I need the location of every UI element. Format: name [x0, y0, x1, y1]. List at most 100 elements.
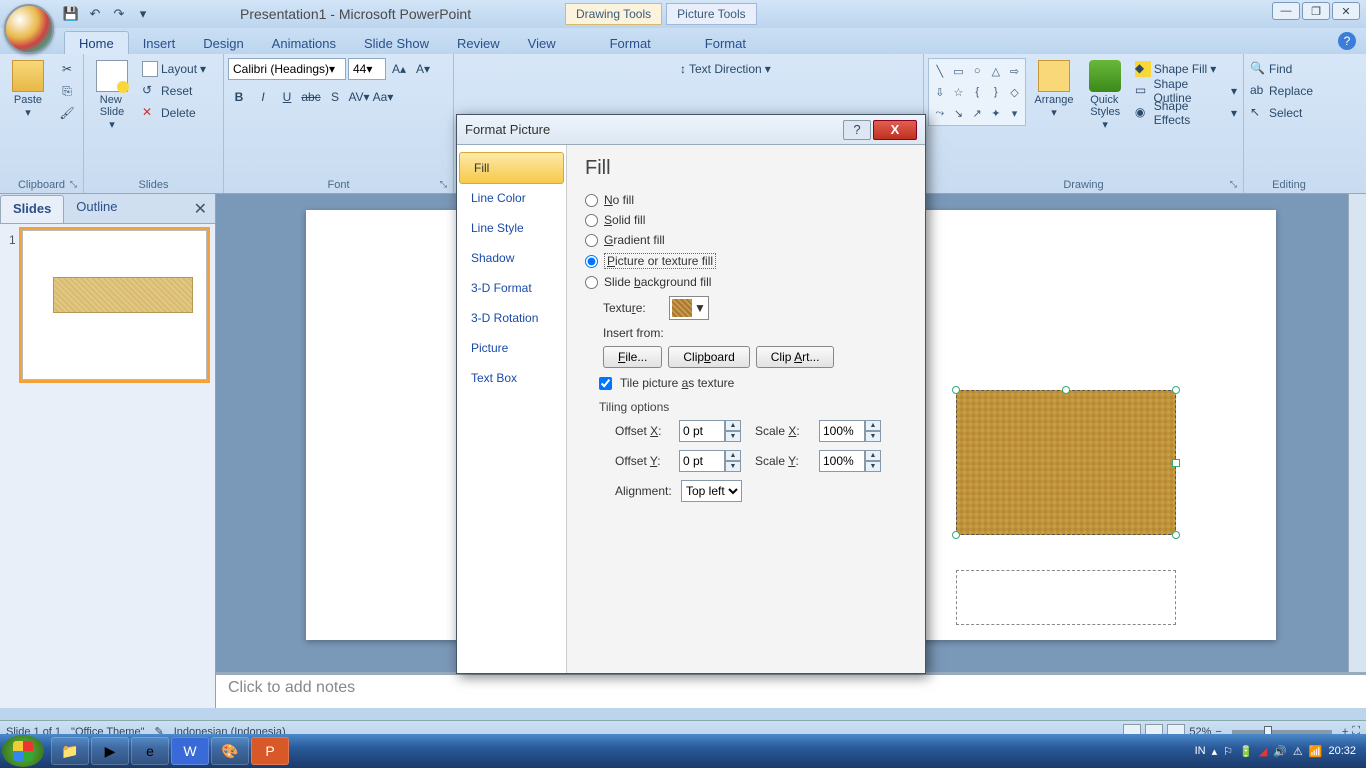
text-direction-button[interactable]: ↕ Text Direction ▾ [678, 58, 773, 80]
offset-x-up[interactable]: ▲ [725, 420, 741, 431]
shapes-gallery[interactable]: ╲▭○△⇨ ⇩☆{}◇ ⤳↘↗✦▾ [928, 58, 1026, 126]
offset-y-up[interactable]: ▲ [725, 450, 741, 461]
radio-gradient-fill[interactable] [585, 234, 598, 247]
insert-clipboard-button[interactable]: Clipboard [668, 346, 749, 368]
dialog-help-button[interactable]: ? [843, 120, 871, 140]
scale-x-up[interactable]: ▲ [865, 420, 881, 431]
nav-line-style[interactable]: Line Style [457, 213, 566, 243]
nav-3d-rotation[interactable]: 3-D Rotation [457, 303, 566, 333]
scale-y-input[interactable] [819, 450, 865, 472]
resize-handle-ne[interactable] [1172, 386, 1180, 394]
offset-y-input[interactable] [679, 450, 725, 472]
start-button[interactable] [2, 735, 44, 767]
scale-x-down[interactable]: ▼ [865, 431, 881, 442]
task-explorer-icon[interactable]: 📁 [51, 737, 89, 765]
shape-arrow-icon[interactable]: ⇨ [1006, 61, 1024, 81]
offset-x-down[interactable]: ▼ [725, 431, 741, 442]
task-mediaplayer-icon[interactable]: ▶ [91, 737, 129, 765]
tab-home[interactable]: Home [64, 31, 129, 54]
delete-button[interactable]: ✕Delete [140, 102, 208, 124]
dialog-titlebar[interactable]: Format Picture ? X [457, 115, 925, 145]
shadow-button[interactable]: S [324, 86, 346, 108]
tray-lang[interactable]: IN [1195, 745, 1206, 757]
scale-x-input[interactable] [819, 420, 865, 442]
maximize-button[interactable]: ❐ [1302, 2, 1330, 20]
radio-picture-row[interactable]: Picture or texture fill [585, 250, 907, 272]
tab-slides-thumbnails[interactable]: Slides [0, 195, 64, 223]
shape-star2-icon[interactable]: ✦ [987, 103, 1005, 123]
zoom-slider[interactable] [1232, 730, 1332, 734]
tab-view[interactable]: View [514, 32, 570, 54]
task-paint-icon[interactable]: 🎨 [211, 737, 249, 765]
clipboard-launcher-icon[interactable]: ⤡ [70, 179, 77, 190]
reset-button[interactable]: ↺Reset [140, 80, 208, 102]
offset-y-down[interactable]: ▼ [725, 461, 741, 472]
close-button[interactable]: ✕ [1332, 2, 1360, 20]
radio-solid-row[interactable]: Solid fill [585, 210, 907, 230]
drawing-launcher-icon[interactable]: ⤡ [1230, 179, 1237, 190]
underline-button[interactable]: U [276, 86, 298, 108]
radio-gradient-row[interactable]: Gradient fill [585, 230, 907, 250]
vertical-scrollbar[interactable] [1348, 194, 1366, 672]
save-icon[interactable]: 💾 [60, 4, 82, 24]
task-word-icon[interactable]: W [171, 737, 209, 765]
shape-more-icon[interactable]: ▾ [1006, 103, 1024, 123]
resize-handle-e[interactable] [1172, 459, 1180, 467]
nav-3d-format[interactable]: 3-D Format [457, 273, 566, 303]
radio-no-fill[interactable] [585, 194, 598, 207]
shape-conn3-icon[interactable]: ↗ [968, 103, 986, 123]
tab-outline[interactable]: Outline [64, 194, 129, 223]
insert-file-button[interactable]: File... [603, 346, 662, 368]
undo-icon[interactable]: ↶ [84, 4, 106, 24]
strikethrough-button[interactable]: abc [300, 86, 322, 108]
bold-button[interactable]: B [228, 86, 250, 108]
shape-tri-icon[interactable]: △ [987, 61, 1005, 81]
panel-close-icon[interactable]: ✕ [186, 194, 215, 223]
help-icon[interactable]: ? [1338, 32, 1356, 50]
resize-handle-nw[interactable] [952, 386, 960, 394]
change-case-button[interactable]: Aa▾ [372, 86, 394, 108]
copy-icon[interactable]: ⎘ [56, 80, 78, 102]
find-button[interactable]: 🔍Find [1248, 58, 1315, 80]
shape-rect-icon[interactable]: ▭ [950, 61, 968, 81]
scale-y-down[interactable]: ▼ [865, 461, 881, 472]
tray-flag-icon[interactable]: ⚐ [1223, 745, 1233, 758]
nav-fill[interactable]: Fill [459, 152, 564, 184]
radio-no-fill-row[interactable]: No fill [585, 190, 907, 210]
offset-x-spinner[interactable]: ▲▼ [679, 420, 741, 442]
selected-shape[interactable] [956, 390, 1176, 535]
radio-slidebg-row[interactable]: Slide background fill [585, 272, 907, 292]
radio-slide-bg-fill[interactable] [585, 276, 598, 289]
italic-button[interactable]: I [252, 86, 274, 108]
task-ie-icon[interactable]: e [131, 737, 169, 765]
offset-x-input[interactable] [679, 420, 725, 442]
replace-button[interactable]: abReplace [1248, 80, 1315, 102]
shrink-font-icon[interactable]: A▾ [412, 58, 434, 80]
offset-y-spinner[interactable]: ▲▼ [679, 450, 741, 472]
tray-chevron-icon[interactable]: ▴ [1212, 745, 1218, 758]
char-spacing-button[interactable]: AV▾ [348, 86, 370, 108]
nav-shadow[interactable]: Shadow [457, 243, 566, 273]
text-placeholder[interactable] [956, 570, 1176, 625]
tray-av-icon[interactable]: ◢ [1259, 745, 1267, 758]
tab-animations[interactable]: Animations [258, 32, 350, 54]
texture-picker[interactable]: ▼ [669, 296, 709, 320]
tray-clock[interactable]: 20:32 [1328, 745, 1356, 757]
shape-callout-icon[interactable]: ◇ [1006, 82, 1024, 102]
cut-icon[interactable]: ✂ [56, 58, 78, 80]
tab-design[interactable]: Design [189, 32, 257, 54]
shape-star-icon[interactable]: ☆ [950, 82, 968, 102]
font-launcher-icon[interactable]: ⤡ [440, 179, 447, 190]
tab-insert[interactable]: Insert [129, 32, 190, 54]
redo-icon[interactable]: ↷ [108, 4, 130, 24]
shape-oval-icon[interactable]: ○ [968, 61, 986, 81]
scale-y-up[interactable]: ▲ [865, 450, 881, 461]
shape-brace-icon[interactable]: { [968, 82, 986, 102]
task-powerpoint-icon[interactable]: P [251, 737, 289, 765]
scale-x-spinner[interactable]: ▲▼ [819, 420, 881, 442]
tray-volume-icon[interactable]: 🔊 [1273, 745, 1287, 758]
tab-review[interactable]: Review [443, 32, 514, 54]
radio-solid-fill[interactable] [585, 214, 598, 227]
office-button[interactable] [4, 4, 54, 54]
scale-y-spinner[interactable]: ▲▼ [819, 450, 881, 472]
